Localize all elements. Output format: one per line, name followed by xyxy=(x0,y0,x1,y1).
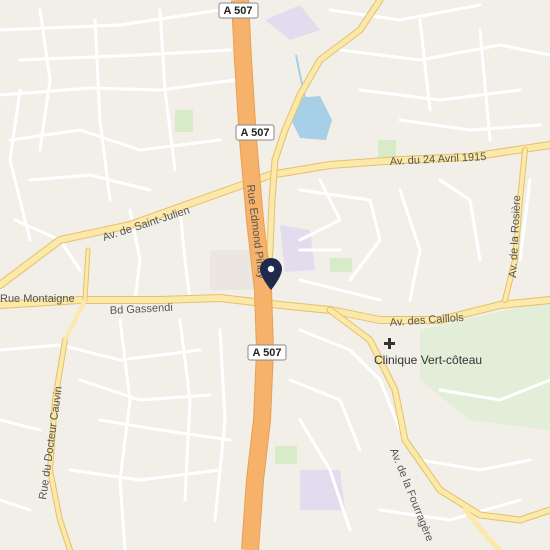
shield-a507-low: A 507 xyxy=(247,344,287,361)
svg-text:A 507: A 507 xyxy=(224,5,253,17)
map-canvas[interactable]: A 507 A 507 A 507 Av. du 24 Avril 1915 A… xyxy=(0,0,550,550)
poi-clinique-label: Clinique Vert-côteau xyxy=(374,353,482,367)
shield-a507-mid: A 507 xyxy=(235,124,275,141)
shield-a507-top: A 507 xyxy=(218,2,259,19)
svg-text:A 507: A 507 xyxy=(241,127,270,139)
svg-text:A 507: A 507 xyxy=(253,347,282,359)
map-svg: A 507 A 507 A 507 Av. du 24 Avril 1915 A… xyxy=(0,0,550,550)
label-rue-montaigne: Rue Montaigne xyxy=(0,293,75,305)
